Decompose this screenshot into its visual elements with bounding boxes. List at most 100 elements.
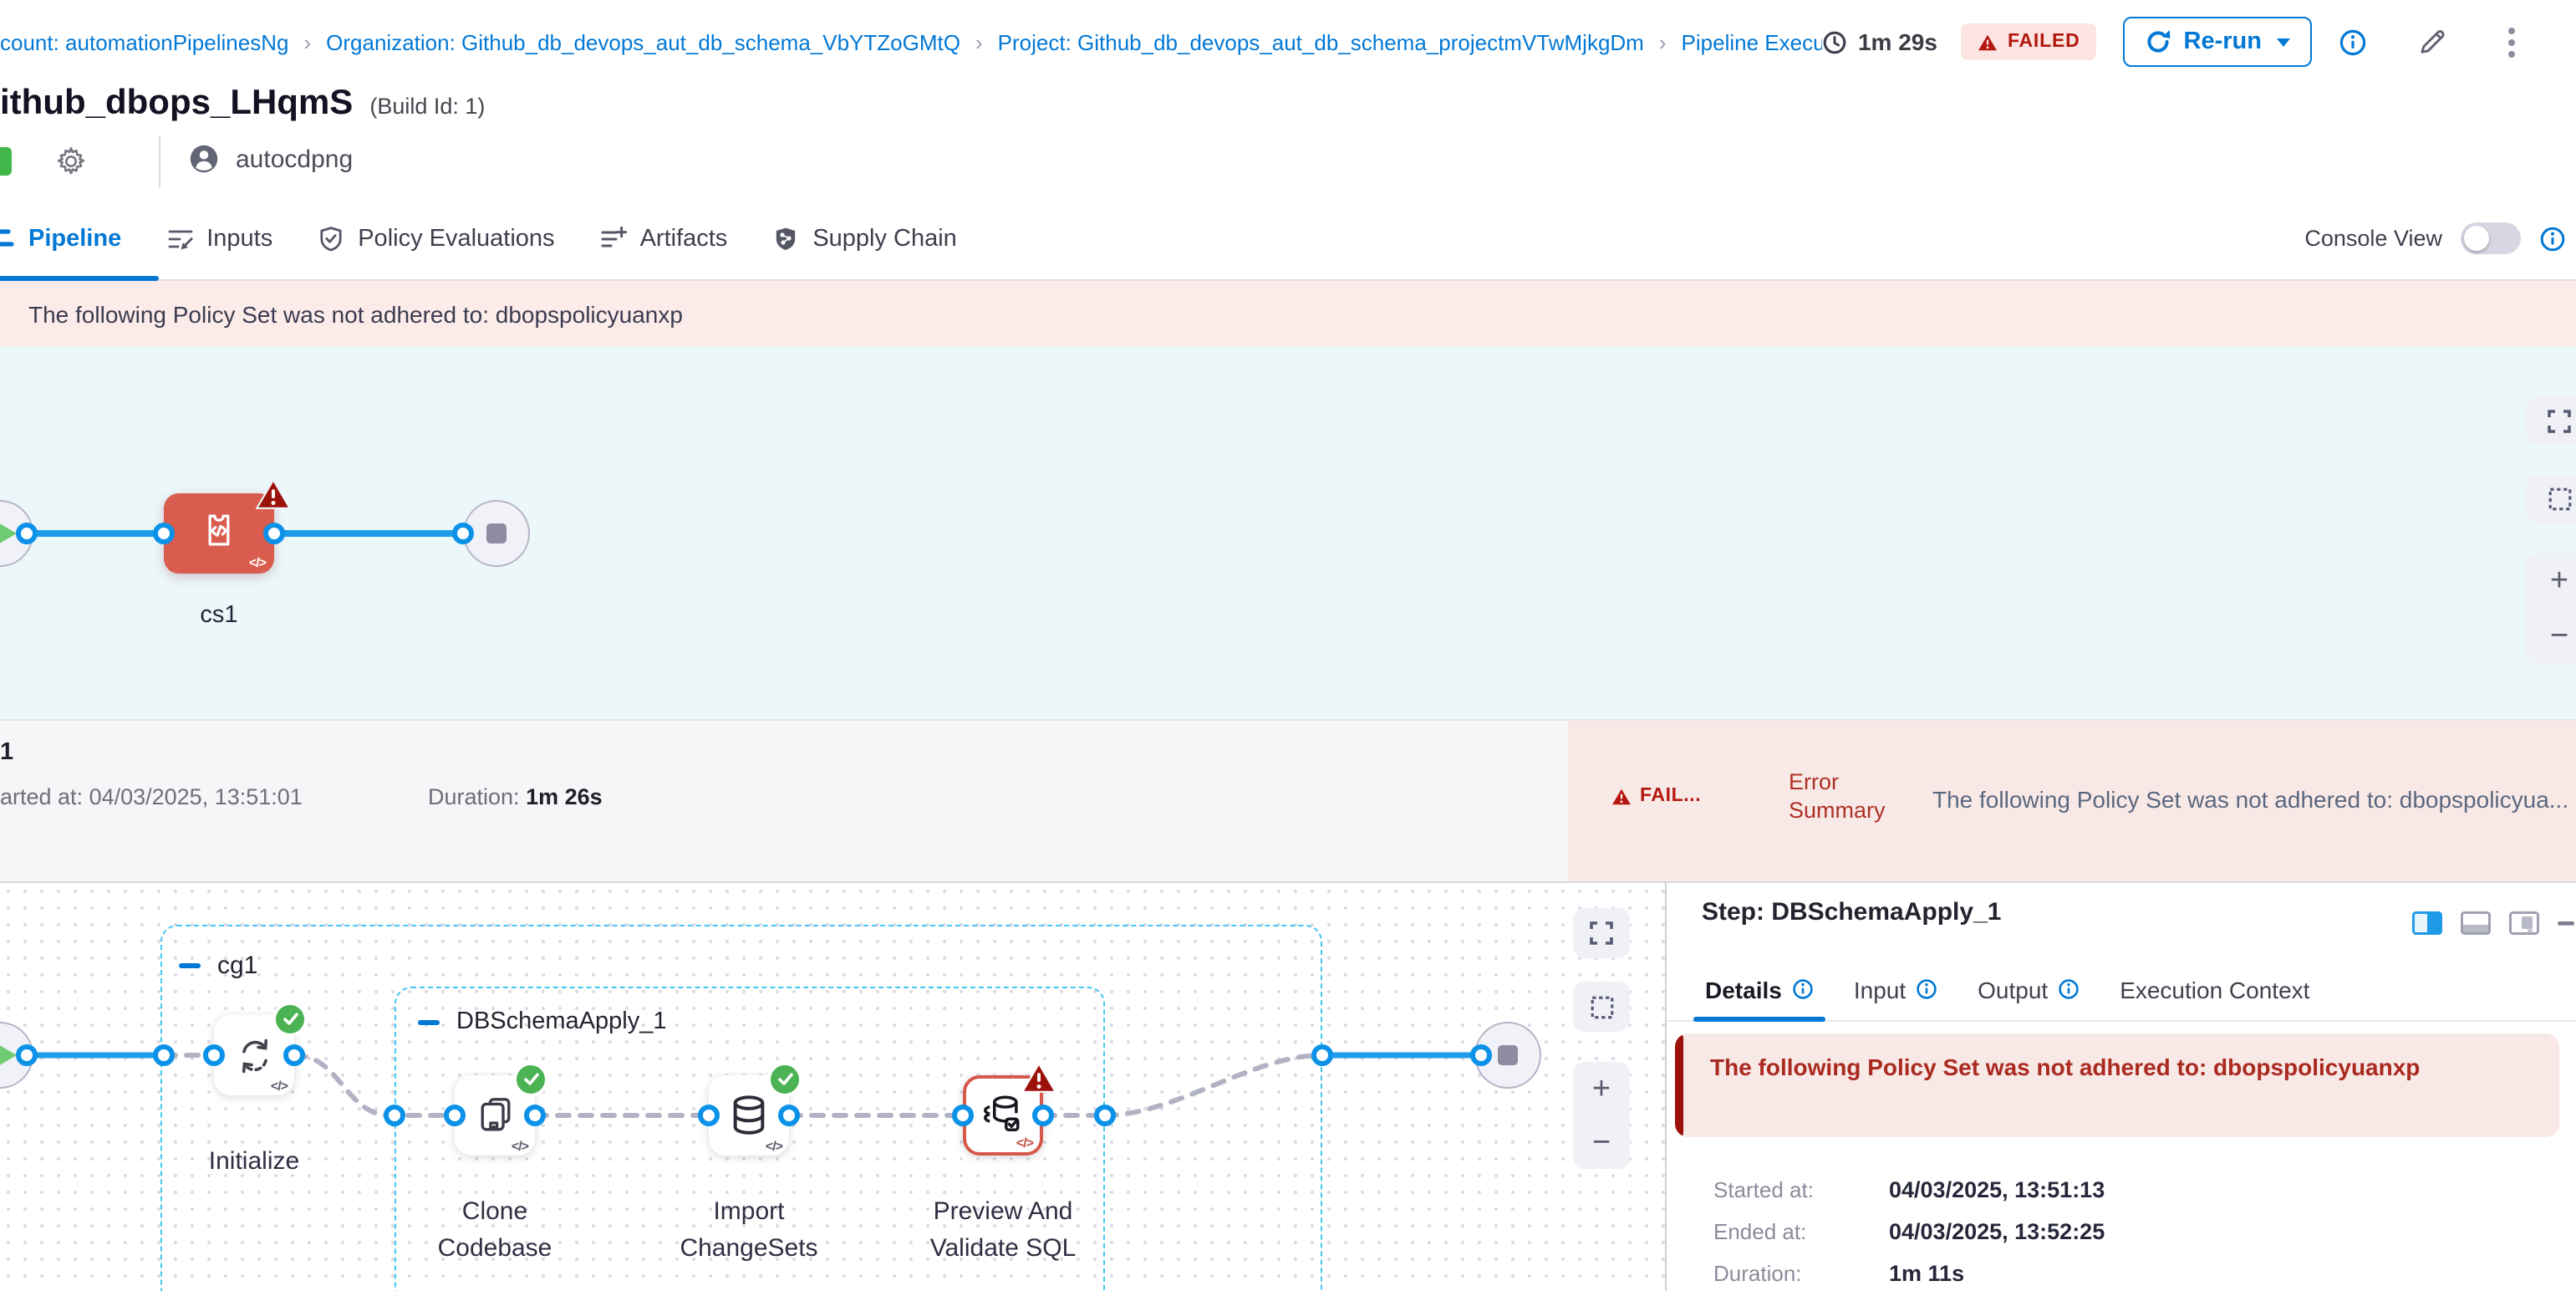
panel-tab-label: Output — [1978, 976, 2048, 1003]
step-node-initialize[interactable]: </> — [214, 1015, 294, 1095]
panel-tab-output[interactable]: Output — [1978, 958, 2080, 1020]
selection-tool-button[interactable] — [1573, 982, 1630, 1032]
step-label-initialize: Initialize — [174, 1144, 334, 1180]
step-node-clone-codebase[interactable]: </> — [455, 1075, 535, 1156]
connector-dot[interactable] — [16, 523, 38, 544]
clock-icon — [1823, 29, 1848, 54]
zoom-in-button[interactable]: + — [2550, 565, 2568, 597]
pipeline-graph: </> cs1 + − — [0, 346, 2576, 719]
stage-duration: Duration: 1m 26s — [428, 784, 603, 809]
connector-dot[interactable] — [384, 1105, 405, 1126]
panel-tab-input[interactable]: Input — [1854, 958, 1937, 1020]
tab-inputs[interactable]: Inputs — [166, 225, 272, 252]
panel-tab-details[interactable]: Details — [1705, 958, 1814, 1020]
panel-tab-label: Details — [1705, 976, 1782, 1003]
connector-dot[interactable] — [153, 1044, 175, 1066]
step-error-message: The following Policy Set was not adhered… — [1710, 1054, 2420, 1080]
connector-dot[interactable] — [444, 1105, 466, 1126]
tab-label: Artifacts — [640, 225, 728, 252]
duration-value: 1m 26s — [526, 784, 603, 809]
detail-row-started: Started at: 04/03/2025, 13:51:13 — [1713, 1177, 1814, 1202]
error-summary-label: Error Summary — [1789, 768, 1916, 824]
execution-info-icon[interactable] — [2339, 28, 2367, 56]
console-view-toggle[interactable] — [2461, 222, 2521, 254]
step-label-preview-validate-sql: Preview And Validate SQL — [903, 1194, 1103, 1266]
connector-dot[interactable] — [452, 523, 474, 544]
panel-tab-execution-context[interactable]: Execution Context — [2120, 958, 2309, 1020]
layout-floating-icon[interactable] — [2509, 911, 2539, 935]
more-options-icon[interactable] — [2507, 26, 2516, 58]
info-icon[interactable] — [2058, 978, 2080, 1000]
shield-check-icon — [318, 225, 344, 252]
run-actions: 1m 29s FAILED Re-run — [1823, 17, 2576, 67]
console-info-icon[interactable] — [2539, 225, 2566, 252]
tab-policy-evaluations[interactable]: Policy Evaluations — [318, 225, 554, 252]
user-avatar-icon — [189, 144, 219, 174]
stage-name: 1 — [0, 739, 13, 766]
code-glyph: </> — [766, 1139, 782, 1154]
selection-tool-button[interactable] — [2526, 475, 2576, 523]
layout-split-bottom-icon[interactable] — [2461, 911, 2491, 935]
breadcrumb-project[interactable]: Project: Github_db_devops_aut_db_schema_… — [998, 29, 1644, 54]
failed-badge-icon — [256, 478, 291, 510]
edit-pipeline-icon[interactable] — [2417, 27, 2447, 57]
connector-dot[interactable] — [952, 1105, 974, 1126]
minimize-panel-icon[interactable] — [2558, 921, 2574, 926]
connector-dot[interactable] — [16, 1044, 38, 1066]
database-icon — [725, 1092, 772, 1139]
tab-pipeline[interactable]: Pipeline — [0, 225, 121, 252]
connector-dot[interactable] — [778, 1105, 800, 1126]
breadcrumb: count: automationPipelinesNg › Organizat… — [0, 29, 1823, 54]
status-badge-label: FAILED — [2008, 32, 2080, 52]
stage-node-cs1[interactable]: </> — [164, 493, 274, 574]
detail-value: 04/03/2025, 13:52:25 — [1889, 1219, 2105, 1244]
breadcrumb-account[interactable]: count: automationPipelinesNg — [0, 29, 288, 54]
info-icon[interactable] — [1792, 978, 1814, 1000]
detail-value: 1m 11s — [1889, 1261, 1964, 1286]
ci-stage-icon — [197, 508, 241, 552]
status-strip-fragment — [0, 147, 12, 176]
connector-dot[interactable] — [1032, 1105, 1054, 1126]
detail-value: 04/03/2025, 13:51:13 — [1889, 1177, 2105, 1202]
duration-label: Duration: — [428, 784, 526, 809]
title-section: ithub_dbops_LHqmS(Build Id: 1) autocdpng — [0, 84, 2576, 197]
zoom-out-button[interactable]: − — [2550, 620, 2568, 652]
policy-violation-banner: The following Policy Set was not adhered… — [0, 281, 2576, 346]
breadcrumb-organization[interactable]: Organization: Github_db_devops_aut_db_sc… — [326, 29, 960, 54]
connector-dot[interactable] — [698, 1105, 720, 1126]
build-id: (Build Id: 1) — [369, 94, 485, 119]
connector-dot[interactable] — [263, 523, 285, 544]
stop-icon — [486, 523, 507, 543]
fullscreen-button[interactable] — [2526, 396, 2576, 445]
connector-dot[interactable] — [524, 1105, 546, 1126]
status-badge: FAILED — [1961, 23, 2097, 60]
breadcrumb-pipeline-executions[interactable]: Pipeline Executions — [1682, 29, 1823, 54]
triggered-by: autocdpng — [189, 144, 353, 174]
rerun-button[interactable]: Re-run — [2124, 17, 2312, 67]
detail-row-duration: Duration: 1m 11s — [1713, 1261, 1802, 1286]
zoom-controls: + − — [2526, 554, 2576, 664]
connector-dot[interactable] — [1470, 1044, 1492, 1066]
zoom-out-button[interactable]: − — [1592, 1126, 1611, 1158]
failed-badge-icon — [1021, 1062, 1056, 1094]
execution-graph: cg1 DBSchemaApply_1 — [0, 883, 1665, 1291]
info-icon[interactable] — [1916, 978, 1937, 1000]
stage-fail-status: FAIL... — [1611, 786, 1701, 806]
connector-dot[interactable] — [283, 1044, 305, 1066]
zoom-in-button[interactable]: + — [1592, 1073, 1611, 1105]
step-node-preview-validate-sql[interactable]: </> — [963, 1075, 1043, 1156]
connector-dot[interactable] — [1094, 1105, 1116, 1126]
tab-artifacts[interactable]: Artifacts — [600, 225, 728, 252]
detail-row-ended: Ended at: 04/03/2025, 13:52:25 — [1713, 1219, 1806, 1244]
breadcrumb-separator-icon: › — [303, 29, 311, 54]
step-node-import-changesets[interactable]: </> — [709, 1075, 789, 1156]
artifacts-icon — [600, 225, 627, 252]
gear-icon[interactable] — [50, 140, 90, 181]
connector-dot[interactable] — [203, 1044, 225, 1066]
fullscreen-button[interactable] — [1573, 908, 1630, 958]
connector-dot[interactable] — [153, 523, 175, 544]
play-icon — [0, 1044, 17, 1067]
connector-dot[interactable] — [1311, 1044, 1333, 1066]
tab-supply-chain[interactable]: Supply Chain — [772, 225, 957, 252]
layout-split-right-icon[interactable] — [2412, 911, 2442, 935]
